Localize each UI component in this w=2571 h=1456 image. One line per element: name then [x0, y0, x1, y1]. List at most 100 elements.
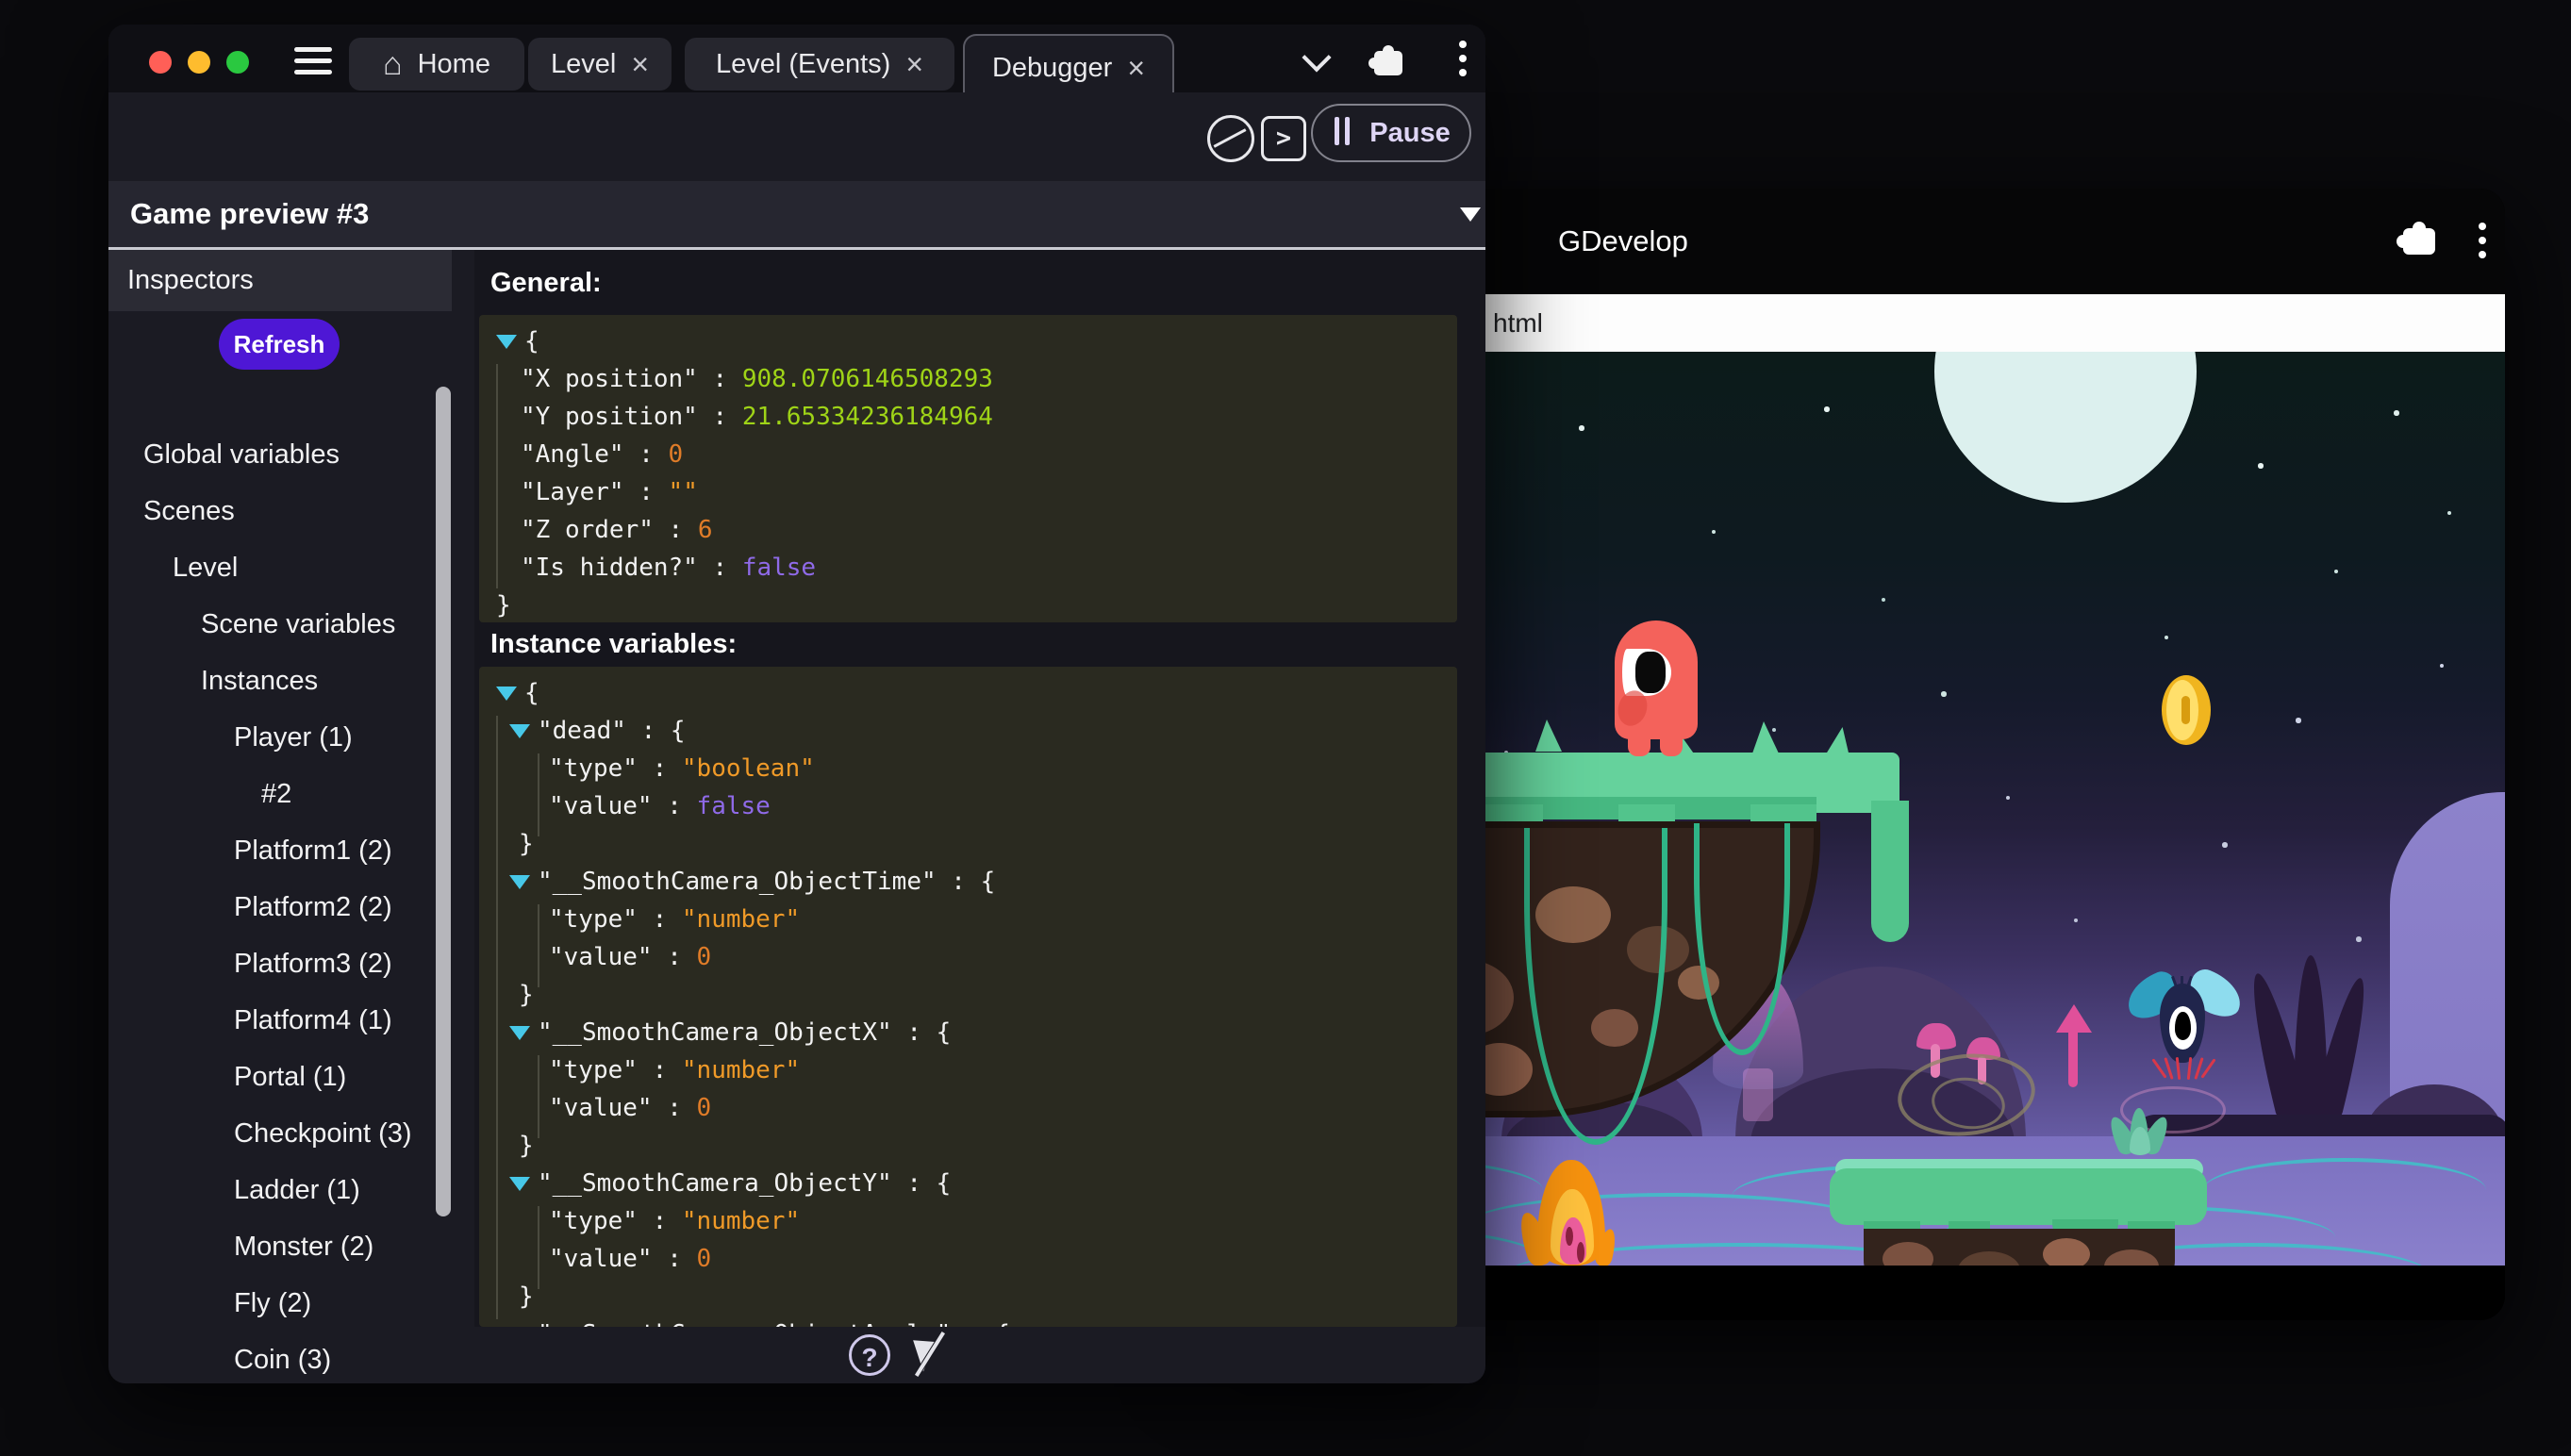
preview-selector-label: Game preview #3 — [130, 181, 369, 247]
json-collapse-caret-icon[interactable] — [509, 724, 530, 738]
json-line: "type" : "number" — [496, 901, 1457, 938]
extensions-puzzle-icon[interactable] — [2403, 228, 2435, 255]
json-line: "__SmoothCamera_ObjectAngle" : { — [496, 1315, 1457, 1327]
tree-item-portal-1-[interactable]: Portal (1) — [108, 1049, 467, 1105]
json-line: } — [496, 825, 1457, 863]
close-icon[interactable]: × — [905, 49, 923, 79]
preview-selector[interactable]: Game preview #3 — [108, 181, 1485, 247]
address-fragment: html — [1493, 294, 1543, 352]
debugger-toolbar: > Pause — [108, 92, 1485, 181]
coin — [2162, 675, 2211, 745]
json-line: "dead" : { — [496, 712, 1457, 750]
tree-item-coin-3-[interactable]: Coin (3) — [108, 1332, 467, 1383]
inspectors-header: Inspectors — [108, 250, 452, 311]
json-line: } — [496, 976, 1457, 1014]
json-line: "type" : "number" — [496, 1051, 1457, 1089]
tree-item-platform4-1-[interactable]: Platform4 (1) — [108, 992, 467, 1049]
ground-island-dirt — [1864, 1229, 2175, 1266]
moon — [1934, 352, 2197, 503]
tab-label: Home — [418, 49, 490, 80]
tree-item-player-1-[interactable]: Player (1) — [108, 709, 467, 766]
close-icon[interactable]: × — [1127, 53, 1145, 83]
browser-menu-icon[interactable] — [2479, 223, 2486, 260]
json-line: "__SmoothCamera_ObjectY" : { — [496, 1165, 1457, 1202]
tree-item-global-variables[interactable]: Global variables — [108, 426, 467, 483]
preview-window-title: GDevelop — [1558, 189, 1688, 294]
refresh-button[interactable]: Refresh — [219, 319, 340, 370]
inspectors-sidebar: Inspectors Refresh Global variablesScene… — [108, 250, 474, 1327]
mushroom-stem — [1743, 1068, 1773, 1121]
json-line: } — [496, 587, 1457, 622]
json-collapse-caret-icon[interactable] — [496, 335, 517, 349]
instance-section-title: Instance variables: — [490, 629, 737, 660]
tab-bar: ⌂ Home Level × Level (Events) × Debugger × — [108, 25, 1485, 92]
json-line: "value" : false — [496, 787, 1457, 825]
json-line: { — [496, 323, 1457, 360]
tab-home[interactable]: ⌂ Home — [349, 38, 524, 91]
tree-item-platform2-2-[interactable]: Platform2 (2) — [108, 879, 467, 935]
general-json-view: {"X position" : 908.0706146508293"Y posi… — [479, 315, 1457, 622]
tree-item-level[interactable]: Level — [108, 539, 467, 596]
json-line: "Angle" : 0 — [496, 436, 1457, 473]
debugger-content: Inspectors Refresh Global variablesScene… — [108, 250, 1485, 1327]
grass-drip — [1871, 801, 1909, 942]
tree-item--2[interactable]: #2 — [108, 766, 467, 822]
json-line: "Y position" : 21.65334236184964 — [496, 398, 1457, 436]
tree-item-platform3-2-[interactable]: Platform3 (2) — [108, 935, 467, 992]
element-picker-disabled-icon[interactable] — [910, 1331, 952, 1380]
json-line: "X position" : 908.0706146508293 — [496, 360, 1457, 398]
tab-debugger[interactable]: Debugger × — [963, 34, 1174, 100]
json-line: "__SmoothCamera_ObjectTime" : { — [496, 863, 1457, 901]
json-line: "__SmoothCamera_ObjectX" : { — [496, 1014, 1457, 1051]
instance-json-view: {"dead" : {"type" : "boolean""value" : f… — [479, 667, 1457, 1327]
json-line: "type" : "number" — [496, 1202, 1457, 1240]
json-line: } — [496, 1278, 1457, 1315]
json-collapse-caret-icon[interactable] — [509, 1026, 530, 1040]
json-collapse-caret-icon[interactable] — [496, 687, 517, 701]
grass-tuft — [1752, 721, 1779, 753]
json-line: "value" : 0 — [496, 1089, 1457, 1127]
tab-label: Level (Events) — [716, 49, 890, 80]
json-line: "value" : 0 — [496, 938, 1457, 976]
dropdown-caret-icon — [1460, 207, 1481, 222]
tree-item-ladder-1-[interactable]: Ladder (1) — [108, 1162, 467, 1218]
tab-label: Level — [551, 49, 616, 80]
extensions-puzzle-icon[interactable] — [1374, 51, 1402, 75]
pause-label: Pause — [1369, 118, 1450, 149]
tree-item-instances[interactable]: Instances — [108, 653, 467, 709]
json-line: "value" : 0 — [496, 1240, 1457, 1278]
inspectors-title: Inspectors — [127, 250, 254, 311]
tab-level[interactable]: Level × — [528, 38, 672, 91]
tree-item-scene-variables[interactable]: Scene variables — [108, 596, 467, 653]
player-pupil — [1635, 652, 1666, 693]
json-collapse-caret-icon[interactable] — [509, 875, 530, 889]
tree-item-scenes[interactable]: Scenes — [108, 483, 467, 539]
debugger-window: ⌂ Home Level × Level (Events) × Debugger × > Pa… — [108, 25, 1485, 1383]
general-section-title: General: — [490, 268, 602, 299]
console-icon[interactable]: > — [1261, 116, 1306, 161]
profiler-gauge-icon[interactable] — [1207, 115, 1254, 162]
tree-item-monster-2-[interactable]: Monster (2) — [108, 1218, 467, 1275]
home-icon: ⌂ — [383, 48, 403, 80]
fly-pupil — [2175, 1012, 2191, 1040]
tree-item-fly-2-[interactable]: Fly (2) — [108, 1275, 467, 1332]
inspector-detail-panel: General: {"X position" : 908.07061465082… — [474, 250, 1485, 1327]
tree-item-checkpoint-3-[interactable]: Checkpoint (3) — [108, 1105, 467, 1162]
pause-button[interactable]: Pause — [1311, 104, 1471, 162]
tab-label: Debugger — [992, 53, 1112, 84]
json-line: "Is hidden?" : false — [496, 549, 1457, 587]
json-collapse-caret-icon[interactable] — [509, 1177, 530, 1191]
player-character — [1615, 620, 1698, 760]
tab-level-events-[interactable]: Level (Events) × — [685, 38, 954, 91]
window-menu-icon[interactable] — [1459, 41, 1467, 78]
json-line: "Z order" : 6 — [496, 511, 1457, 549]
sidebar-scrollbar[interactable] — [436, 387, 451, 1216]
json-line: "Layer" : "" — [496, 473, 1457, 511]
tree-item-platform1-2-[interactable]: Platform1 (2) — [108, 822, 467, 879]
campfire-slit — [1577, 1242, 1584, 1263]
json-line: "type" : "boolean" — [496, 750, 1457, 787]
json-line: } — [496, 1127, 1457, 1165]
help-icon[interactable]: ? — [849, 1334, 890, 1376]
close-icon[interactable]: × — [631, 49, 649, 79]
fly-monster — [2118, 965, 2250, 1078]
